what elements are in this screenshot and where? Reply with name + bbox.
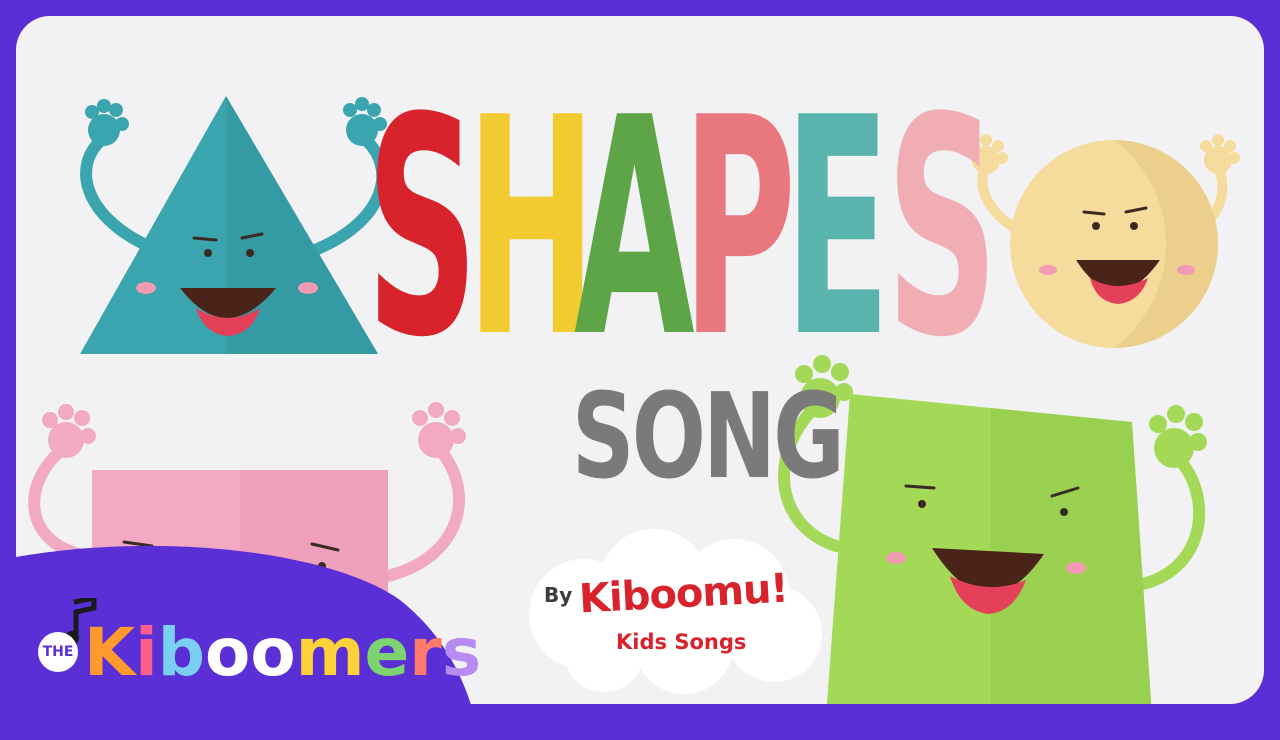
title-letter-s2: S <box>886 54 999 403</box>
badge-kiboomers-logo: K i b o o m e r s <box>84 608 481 688</box>
badge-letter-i: i <box>135 614 158 691</box>
thumbnail-frame: S H A P E S SONG By Kiboomu! Kids Songs <box>0 0 1280 740</box>
badge-letter-o1: o <box>205 614 251 691</box>
title-letter-p: P <box>682 54 797 403</box>
title-letter-a: A <box>574 54 695 403</box>
badge-letter-k: K <box>84 614 136 691</box>
badge-letter-o2: o <box>250 614 296 691</box>
title-letter-s1: S <box>366 54 479 403</box>
badge-letter-s: s <box>441 614 482 691</box>
triangle-left-hand <box>85 99 129 146</box>
title-letter-e: E <box>784 54 891 403</box>
triangle-character <box>80 96 389 354</box>
subtitle-song: SONG <box>571 367 845 505</box>
title-shapes: S H A P E S <box>366 54 1006 403</box>
badge-letter-b: b <box>157 614 206 691</box>
badge-letter-m: m <box>295 614 365 691</box>
credit-brand-sub: Kids Songs <box>616 630 747 654</box>
badge-letter-e: e <box>364 614 410 691</box>
badge-letter-r: r <box>409 614 442 691</box>
credit-by: By <box>544 583 573 607</box>
badge-the: THE <box>38 632 78 672</box>
